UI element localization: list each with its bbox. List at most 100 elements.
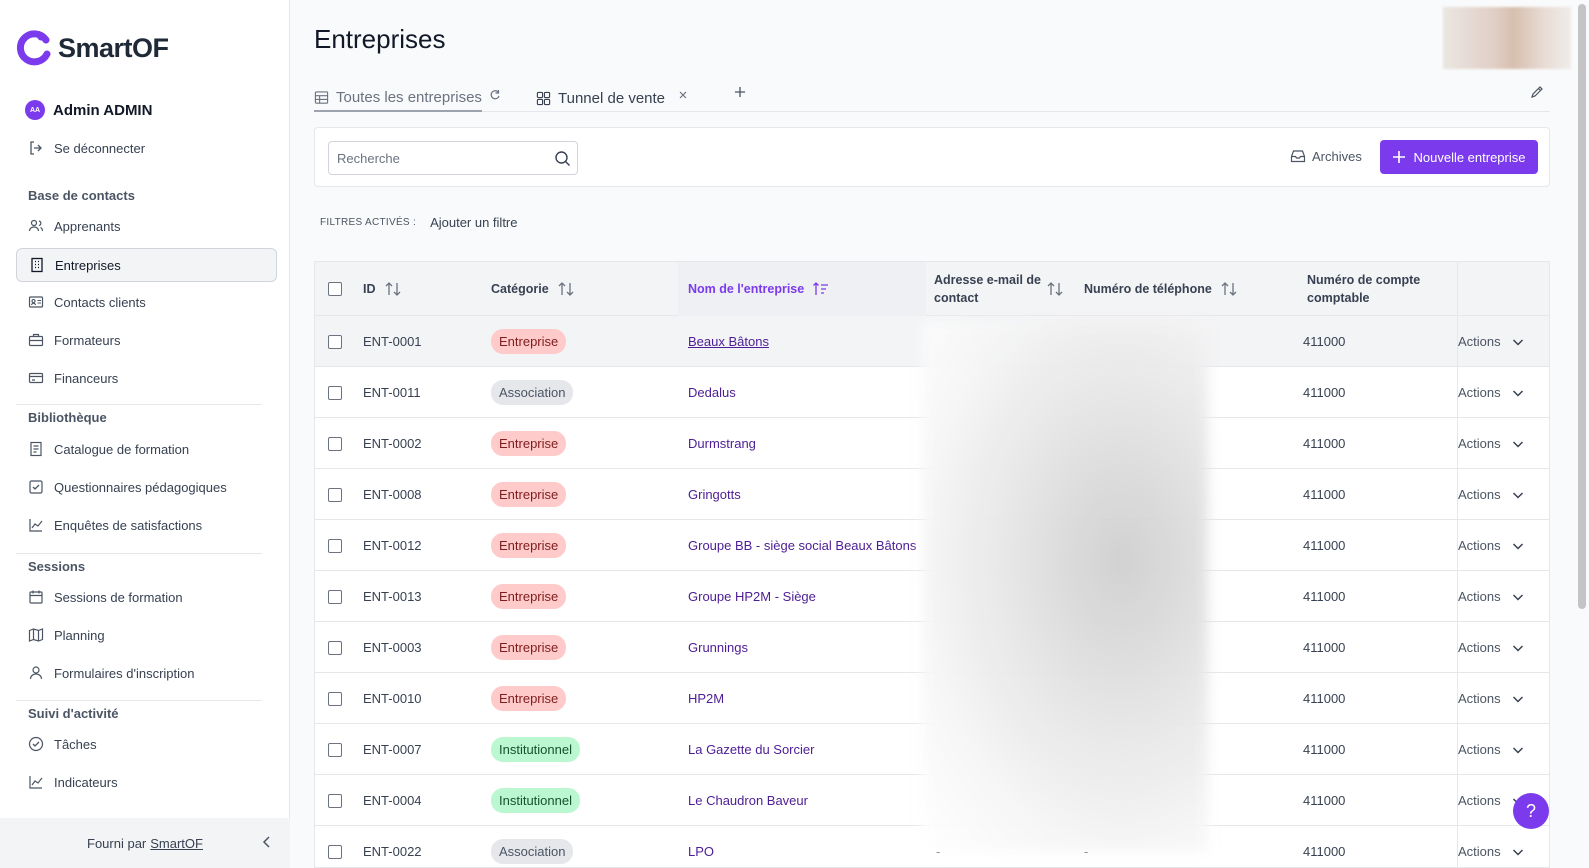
actions-dropdown[interactable]: Actions [1458,589,1525,604]
row-checkbox[interactable] [328,487,342,502]
sidebar-item-entreprises[interactable]: Entreprises [16,248,277,282]
sidebar-item-label: Contacts clients [54,294,146,310]
footer-link[interactable]: SmartOF [150,836,203,851]
company-name-link[interactable]: Gringotts [688,487,741,502]
add-filter-button[interactable]: Ajouter un filtre [430,215,517,230]
search-input[interactable] [329,142,539,174]
category-cell: Entreprise [491,316,567,367]
company-name-link[interactable]: Durmstrang [688,436,756,451]
row-select-cell [328,673,342,724]
avatar: AA [25,100,45,120]
actions-dropdown[interactable]: Actions [1458,844,1525,859]
close-icon[interactable] [676,88,690,102]
tab-tunnel-de-vente[interactable]: Tunnel de vente [536,84,665,112]
column-header-category[interactable]: Catégorie [491,262,575,316]
sidebar-item-financeurs[interactable]: Financeurs [16,361,277,395]
row-select-cell [328,775,342,826]
actions-dropdown[interactable]: Actions [1458,640,1525,655]
sidebar-item-label: Catalogue de formation [54,441,190,457]
sort-icon[interactable] [1046,280,1064,298]
refresh-icon[interactable] [488,88,502,102]
profile-image[interactable] [1443,7,1571,69]
column-header-id[interactable]: ID [363,262,402,316]
row-checkbox[interactable] [328,436,342,451]
users-icon [28,219,44,232]
actions-dropdown[interactable]: Actions [1458,334,1525,349]
sidebar-item-taches[interactable]: Tâches [16,727,277,761]
actions-dropdown[interactable]: Actions [1458,538,1525,553]
row-checkbox[interactable] [328,691,342,706]
column-header-email[interactable]: Adresse e-mail de contact [934,262,1044,316]
sidebar-item-questionnaires[interactable]: Questionnaires pédagogiques [16,470,277,504]
row-checkbox[interactable] [328,640,342,655]
sidebar-item-indicateurs[interactable]: Indicateurs [16,765,277,799]
category-badge: Association [491,380,574,405]
archives-button[interactable]: Archives [1290,148,1362,164]
company-name-link[interactable]: Dedalus [688,385,736,400]
company-name-link[interactable]: La Gazette du Sorcier [688,742,814,757]
actions-dropdown[interactable]: Actions [1458,742,1525,757]
search-icon[interactable] [554,150,571,167]
row-checkbox[interactable] [328,793,342,808]
chevron-down-icon [1512,695,1523,703]
sidebar-item-enquetes[interactable]: Enquêtes de satisfactions [16,508,277,542]
sidebar-item-contacts-clients[interactable]: Contacts clients [16,285,277,319]
sidebar-item-formulaires[interactable]: Formulaires d'inscription [16,656,277,690]
actions-label: Actions [1458,385,1501,400]
actions-label: Actions [1458,640,1501,655]
id-cell: ENT-0022 [363,844,422,859]
column-header-phone[interactable]: Numéro de téléphone [1084,262,1238,316]
help-button[interactable]: ? [1513,793,1549,829]
user-menu[interactable]: AA Admin ADMIN [25,100,152,120]
tab-toutes-entreprises[interactable]: Toutes les entreprises [314,84,482,112]
grid-icon [536,91,551,105]
select-all-checkbox[interactable] [328,282,342,296]
company-name-link[interactable]: Groupe HP2M - Siège [688,589,816,604]
category-cell: Entreprise [491,418,567,469]
scrollbar[interactable] [1577,0,1587,868]
company-name-link[interactable]: Beaux Bâtons [688,334,769,349]
row-checkbox[interactable] [328,844,342,859]
row-checkbox[interactable] [328,538,342,553]
sidebar-item-label: Indicateurs [54,774,118,790]
sidebar-item-formateurs[interactable]: Formateurs [16,323,277,357]
row-checkbox[interactable] [328,742,342,757]
name-cell: Beaux Bâtons [688,316,769,367]
new-company-button[interactable]: Nouvelle entreprise [1380,140,1538,174]
sidebar-item-label: Questionnaires pédagogiques [54,479,227,495]
brand-logo[interactable]: SmartOF [16,30,169,66]
chevron-left-icon[interactable] [260,835,274,849]
company-name-link[interactable]: Le Chaudron Baveur [688,793,808,808]
row-checkbox[interactable] [328,334,342,349]
column-header-account[interactable]: Numéro de compte comptable [1307,262,1442,316]
category-badge: Entreprise [491,686,567,711]
actions-dropdown[interactable]: Actions [1458,487,1525,502]
account-cell: 411000 [1303,691,1346,706]
building-icon [31,257,43,273]
actions-dropdown[interactable]: Actions [1458,691,1525,706]
sidebar-item-planning[interactable]: Planning [16,618,277,652]
actions-dropdown[interactable]: Actions [1458,385,1525,400]
sidebar-item-apprenants[interactable]: Apprenants [16,209,277,243]
category-cell: Entreprise [491,469,567,520]
company-name-link[interactable]: HP2M [688,691,724,706]
row-checkbox[interactable] [328,385,342,400]
sidebar-item-catalogue[interactable]: Catalogue de formation [16,432,277,466]
sidebar-item-label: Tâches [54,736,97,752]
company-name-link[interactable]: Grunnings [688,640,748,655]
row-select-cell [328,724,342,775]
sidebar-item-sessions[interactable]: Sessions de formation [16,580,277,614]
column-label: ID [363,282,376,296]
column-header-name[interactable]: Nom de l'entreprise [678,262,926,316]
company-name-link[interactable]: Groupe BB - siège social Beaux Bâtons [688,538,916,553]
row-select-cell [328,520,342,571]
scrollbar-thumb[interactable] [1578,4,1586,609]
tab-label: Tunnel de vente [558,89,666,107]
actions-dropdown[interactable]: Actions [1458,436,1525,451]
active-filters: FILTRES ACTIVÉS : Ajouter un filtre [320,215,518,230]
plus-icon[interactable] [733,85,747,99]
edit-icon[interactable] [1530,85,1544,99]
company-name-link[interactable]: LPO [688,844,714,859]
logout-link[interactable]: Se déconnecter [16,131,277,165]
row-checkbox[interactable] [328,589,342,604]
